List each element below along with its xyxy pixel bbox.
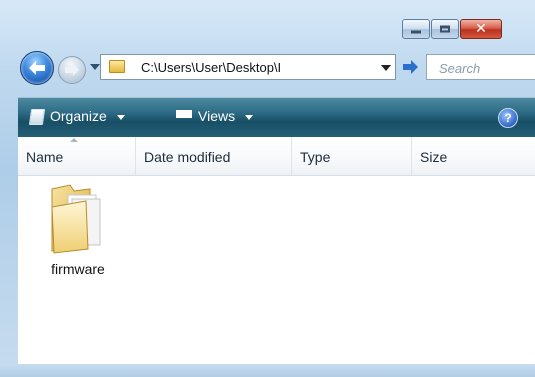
organize-icon xyxy=(28,109,46,126)
window-bottom-border xyxy=(0,364,535,377)
file-name: firmware xyxy=(51,261,105,277)
folder-icon xyxy=(109,60,125,73)
maximize-icon xyxy=(440,25,450,33)
organize-label: Organize xyxy=(50,108,107,124)
folder-icon xyxy=(51,184,101,254)
sort-indicator-icon xyxy=(70,138,78,142)
close-button[interactable]: ✕ xyxy=(460,19,502,39)
organize-menu[interactable]: Organize xyxy=(28,108,125,126)
address-bar[interactable]: C:\Users\User\Desktop\I xyxy=(100,54,396,80)
forward-button[interactable] xyxy=(58,56,86,84)
search-placeholder: Search xyxy=(439,61,481,76)
views-icon xyxy=(176,110,192,124)
explorer-window: ✕ C:\Users\User\Desktop\I Search Organiz… xyxy=(0,0,535,377)
address-path[interactable]: C:\Users\User\Desktop\I xyxy=(141,60,338,75)
views-label: Views xyxy=(198,108,236,124)
help-icon[interactable]: ? xyxy=(498,108,518,128)
chevron-down-icon xyxy=(245,114,254,120)
go-button[interactable] xyxy=(400,54,422,80)
recent-pages-dropdown[interactable] xyxy=(90,64,100,70)
file-list-pane: Name Date modified Type Size firmware xyxy=(18,137,535,377)
close-icon: ✕ xyxy=(475,21,487,37)
search-input[interactable]: Search xyxy=(426,54,535,80)
column-headers: Name Date modified Type Size xyxy=(18,137,535,176)
minimize-icon xyxy=(411,30,421,34)
views-menu[interactable]: Views xyxy=(176,108,254,124)
column-header-date-modified[interactable]: Date modified xyxy=(136,137,292,175)
file-item-firmware[interactable]: firmware xyxy=(36,183,120,283)
back-arrow-icon xyxy=(29,61,45,75)
column-header-size[interactable]: Size xyxy=(412,137,535,175)
minimize-button[interactable] xyxy=(402,19,430,39)
forward-arrow-icon xyxy=(65,64,79,76)
column-header-type[interactable]: Type xyxy=(292,137,412,175)
column-header-name[interactable]: Name xyxy=(18,137,136,175)
caption-buttons: ✕ xyxy=(402,19,503,39)
maximize-button[interactable] xyxy=(431,19,459,39)
go-arrow-icon xyxy=(403,60,418,74)
command-bar: Organize Views ? xyxy=(18,97,535,137)
back-button[interactable] xyxy=(20,51,54,85)
navigation-bar: C:\Users\User\Desktop\I Search xyxy=(18,50,535,86)
address-dropdown[interactable] xyxy=(381,65,391,71)
chevron-down-icon xyxy=(116,114,125,120)
